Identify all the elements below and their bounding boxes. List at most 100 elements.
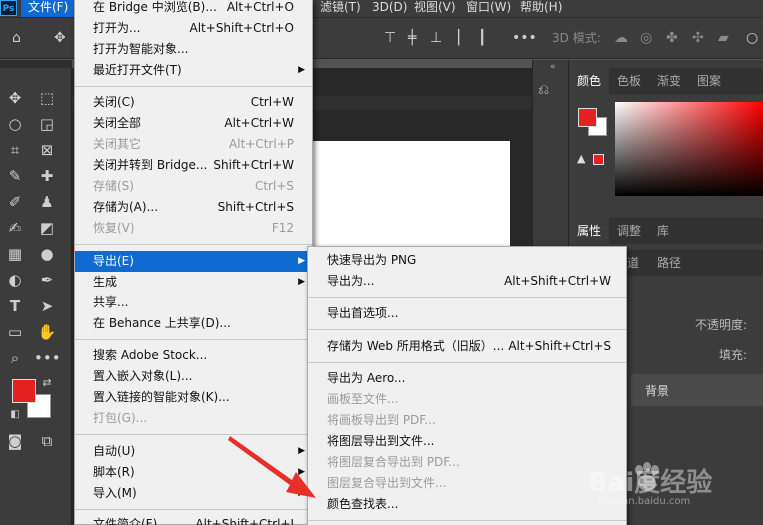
3d-roll-icon[interactable]: ◎ xyxy=(640,17,652,59)
panel-foreground-swatch[interactable] xyxy=(578,108,597,127)
menu-item-close[interactable]: 关闭(C) Ctrl+W xyxy=(75,92,312,113)
move-tool-icon[interactable]: ✥ xyxy=(54,17,66,59)
menu-item-close-all[interactable]: 关闭全部 Alt+Ctrl+W xyxy=(75,113,312,134)
default-colors-icon[interactable]: ◧ xyxy=(2,404,28,426)
menu-item-share[interactable]: 共享... xyxy=(75,292,312,313)
foreground-color-swatch[interactable] xyxy=(12,379,36,403)
menu-3d[interactable]: 3D(D) xyxy=(372,0,407,17)
history-brush-icon[interactable]: ✍ xyxy=(2,217,28,239)
dodge-tool-icon[interactable]: ◐ xyxy=(2,269,28,291)
collapse-icon[interactable]: « xyxy=(550,62,556,72)
3d-scale-icon[interactable]: ▰ xyxy=(718,17,729,59)
menu-item-browse-bridge[interactable]: 在 Bridge 中浏览(B)... Alt+Ctrl+O xyxy=(75,0,312,18)
layer-name: 背景 xyxy=(645,384,670,398)
menu-item-share-behance[interactable]: 在 Behance 上共享(D)... xyxy=(75,313,312,334)
opacity-label: 不透明度: xyxy=(695,318,748,332)
menu-item-import[interactable]: 导入(M) ▶ xyxy=(75,483,312,504)
object-select-tool-icon[interactable]: ◲ xyxy=(34,113,60,135)
menu-item-file-info[interactable]: 文件简介(F)... Alt+Shift+Ctrl+I xyxy=(75,514,312,525)
menu-item-export[interactable]: 导出(E) ▶ xyxy=(75,251,312,272)
tab-gradients[interactable]: 渐变 xyxy=(649,68,689,94)
color-picker-field[interactable] xyxy=(615,102,763,196)
3d-pan-icon[interactable]: ✤ xyxy=(666,17,678,59)
distribute-center-icon[interactable]: ┃ xyxy=(478,17,486,59)
tab-properties[interactable]: 属性 xyxy=(569,218,610,244)
path-select-tool-icon[interactable]: ➤ xyxy=(34,295,60,317)
history-panel-icon[interactable]: ⎌ xyxy=(538,82,549,98)
blur-tool-icon[interactable]: ● xyxy=(34,243,60,265)
screen-mode-icon[interactable]: ⧉ xyxy=(34,430,60,452)
distribute-left-icon[interactable]: ▏ xyxy=(458,17,469,59)
menu-item-color-lookup-tables[interactable]: 颜色查找表... xyxy=(308,494,626,515)
menu-help[interactable]: 帮助(H) xyxy=(520,0,562,17)
menu-item-close-go-bridge[interactable]: 关闭并转到 Bridge... Shift+Ctrl+W xyxy=(75,155,312,176)
more-tools-icon[interactable]: ••• xyxy=(34,347,61,369)
menu-item-revert: 恢复(V) F12 xyxy=(93,221,294,235)
tab-adjustments[interactable]: 调整 xyxy=(609,218,649,244)
menu-item-save-as[interactable]: 存储为(A)... Shift+Ctrl+S xyxy=(75,197,312,218)
rectangle-tool-icon[interactable]: ▭ xyxy=(2,321,28,343)
menu-item-search-stock[interactable]: 搜索 Adobe Stock... xyxy=(75,345,312,366)
eraser-tool-icon[interactable]: ◩ xyxy=(34,217,60,239)
menu-item-open-smart-object[interactable]: 打开为智能对象... xyxy=(75,39,312,60)
menu-item-place-embedded[interactable]: 置入嵌入对象(L)... xyxy=(75,366,312,387)
submenu-arrow-icon: ▶ xyxy=(298,277,305,287)
quick-mask-icon[interactable]: ◙ xyxy=(2,430,28,452)
tab-paths[interactable]: 路径 xyxy=(649,250,689,276)
3d-slide-icon[interactable]: ✣ xyxy=(692,17,704,59)
frame-tool-icon[interactable]: ⊠ xyxy=(34,139,60,161)
menu-item-export-as[interactable]: 导出为... Alt+Shift+Ctrl+W xyxy=(308,271,626,292)
eyedropper-tool-icon[interactable]: ✎ xyxy=(2,165,28,187)
lasso-tool-icon[interactable]: ○ xyxy=(2,113,28,135)
menu-item-recent-files[interactable]: 最近打开文件(T) ▶ xyxy=(75,60,312,81)
menu-item-export-preferences[interactable]: 导出首选项... xyxy=(308,303,626,324)
submenu-arrow-icon: ▶ xyxy=(298,446,305,456)
gradient-tool-icon[interactable]: ▦ xyxy=(2,243,28,265)
tab-patterns[interactable]: 图案 xyxy=(689,68,729,94)
swap-colors-icon[interactable]: ⇄ xyxy=(34,372,60,394)
search-icon[interactable]: ○ xyxy=(746,17,758,59)
home-icon[interactable]: ⌂ xyxy=(12,17,21,59)
properties-panel-tabs: 属性 调整 库 xyxy=(569,218,763,244)
menu-item-save-for-web[interactable]: 存储为 Web 所用格式（旧版）... Alt+Shift+Ctrl+S xyxy=(308,336,626,357)
menu-item-place-linked[interactable]: 置入链接的智能对象(K)... xyxy=(75,387,312,408)
align-top-icon[interactable]: ⊤ xyxy=(384,17,396,59)
gamut-swatch[interactable] xyxy=(593,154,604,165)
menu-item-open-as[interactable]: 打开为... Alt+Shift+Ctrl+O xyxy=(75,18,312,39)
tab-libraries[interactable]: 库 xyxy=(649,218,677,244)
menu-item-package: 打包(G)... xyxy=(93,411,148,425)
menu-window[interactable]: 窗口(W) xyxy=(466,0,511,17)
menu-item-export-aero[interactable]: 导出为 Aero... xyxy=(308,368,626,389)
brush-tool-icon[interactable]: ✐ xyxy=(2,191,28,213)
tab-swatches[interactable]: 色板 xyxy=(609,68,649,94)
more-options-icon[interactable]: ••• xyxy=(512,17,537,59)
toolbar-header xyxy=(0,60,72,68)
menu-separator xyxy=(308,329,626,330)
pen-tool-icon[interactable]: ✒ xyxy=(34,269,60,291)
align-middle-icon[interactable]: ╪ xyxy=(408,17,416,59)
zoom-tool-icon[interactable]: ⌕ xyxy=(2,347,28,369)
menu-item-layers-to-files[interactable]: 将图层导出到文件... xyxy=(308,431,626,452)
menu-item-generate[interactable]: 生成 ▶ xyxy=(75,272,312,293)
tab-color[interactable]: 颜色 xyxy=(569,68,610,94)
move-tool-icon[interactable]: ✥ xyxy=(2,87,28,109)
menu-item-scripts[interactable]: 脚本(R) ▶ xyxy=(75,462,312,483)
3d-orbit-icon[interactable]: ☁ xyxy=(614,17,628,59)
align-bottom-icon[interactable]: ⊥ xyxy=(430,17,442,59)
menu-item-close-others: 关闭其它 Alt+Ctrl+P xyxy=(93,137,294,151)
hand-tool-icon[interactable]: ✋ xyxy=(34,321,60,343)
menu-filter[interactable]: 滤镜(T) xyxy=(320,0,361,17)
type-tool-icon[interactable]: T xyxy=(2,295,28,317)
watermark-url: jingyan.baidu.com xyxy=(598,496,691,507)
menu-separator xyxy=(75,86,312,87)
canvas[interactable] xyxy=(305,141,510,248)
submenu-arrow-icon: ▶ xyxy=(298,256,305,266)
healing-brush-icon[interactable]: ✚ xyxy=(34,165,60,187)
menu-item-quick-export-png[interactable]: 快速导出为 PNG xyxy=(308,250,626,271)
stamp-tool-icon[interactable]: ♟ xyxy=(34,191,60,213)
menu-file[interactable]: 文件(F) xyxy=(21,0,76,17)
crop-tool-icon[interactable]: ⌗ xyxy=(2,139,28,161)
menu-view[interactable]: 视图(V) xyxy=(414,0,456,17)
menu-item-automate[interactable]: 自动(U) ▶ xyxy=(75,441,312,462)
marquee-tool-icon[interactable]: ⬚ xyxy=(34,87,60,109)
